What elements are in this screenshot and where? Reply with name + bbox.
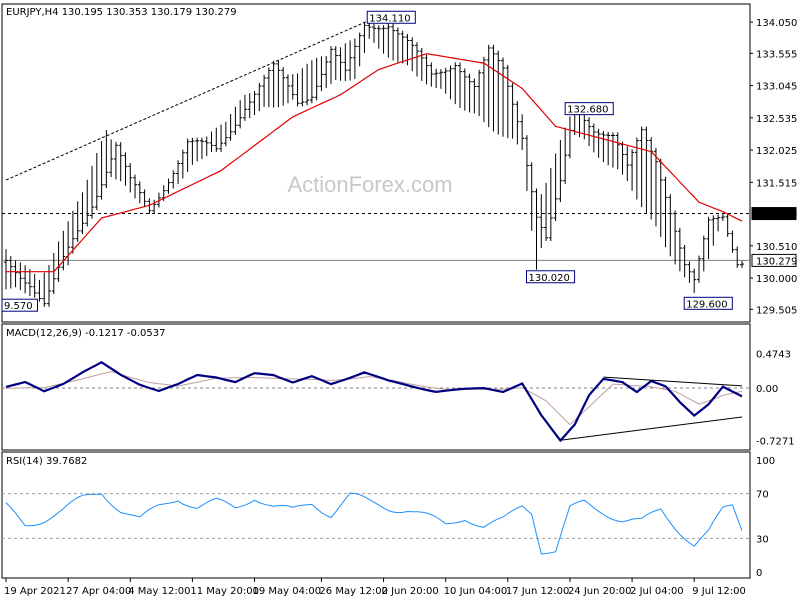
macd-header: MACD(12,26,9) -0.1217 -0.0537 [6,328,166,339]
rsi-header: RSI(14) 39.7682 [6,456,87,467]
time-axis-label: 9 Jul 12:00 [692,586,746,597]
time-axis-label: 17 Jun 12:00 [506,586,570,597]
time-axis-label: 4 May 12:00 [128,586,190,597]
price-annotation: 129.600 [683,296,733,310]
time-axis-label: 19 Apr 2021 [4,586,66,597]
rsi-axis-label: 30 [756,534,769,545]
symbol-header: EURJPY,H4 130.195 130.353 130.179 130.27… [6,7,237,18]
price-axis-label: 133.555 [756,49,797,60]
rsi-panel[interactable] [1,451,751,579]
price-axis-label: 130.510 [756,242,797,253]
price-axis-label: 130.000 [756,274,797,285]
price-annotation-label: 132.680 [567,105,608,116]
price-axis-label: 133.045 [756,82,797,93]
price-annotation: 130.020 [525,270,576,284]
watermark: ActionForex.com [287,172,452,197]
time-axis-label: 11 May 20:00 [190,586,259,597]
price-axis-label: 131.020 [756,210,797,221]
macd-panel[interactable] [1,323,751,451]
price-annotation: 9.570 [1,298,38,312]
macd-axis-label: 0.4743 [756,350,791,361]
price-axis-label: 132.535 [756,114,797,125]
macd-axis-label: -0.7271 [756,437,795,448]
price-axis-label: 129.505 [756,305,797,316]
time-axis-label: 19 May 04:00 [253,586,322,597]
price-annotation-label: 129.600 [686,299,727,310]
time-axis-label: 26 May 12:00 [319,586,388,597]
rsi-axis-label: 0 [756,568,762,579]
rsi-axis-label: 70 [756,490,769,501]
time-axis-label: 24 Jun 20:00 [568,586,632,597]
price-axis-label: 134.050 [756,18,797,29]
price-axis-label: 131.515 [756,178,797,189]
price-axis-label: 130.279 [756,256,797,267]
price-annotation-label: 130.020 [528,273,569,284]
price-annotation: 132.680 [564,102,614,116]
macd-axis-label: 0.00 [756,384,778,395]
price-panel[interactable] [1,3,751,323]
time-axis-label: 27 Apr 04:00 [66,586,131,597]
time-axis-label: 2 Jul 04:00 [630,586,684,597]
price-annotation-label: 134.110 [369,13,410,24]
eurjpy-h4-chart[interactable]: ActionForex.com 134.110 132.680 130.020 129… [0,0,800,600]
price-annotation-label: 9.570 [4,301,33,312]
price-annotation: 134.110 [366,10,416,24]
price-axis-label: 132.025 [756,146,797,157]
time-axis-label: 2 Jun 20:00 [382,586,439,597]
time-axis-label: 10 Jun 04:00 [444,586,508,597]
rsi-axis-label: 100 [756,456,775,467]
